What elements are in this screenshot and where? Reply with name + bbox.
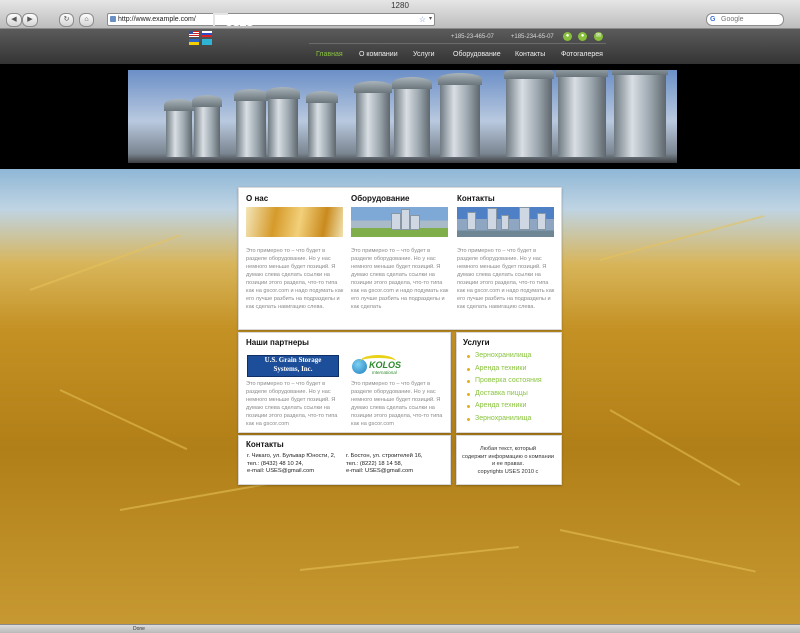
flag-us-icon[interactable]	[189, 31, 199, 37]
copyright-line-1: Любая текст, который	[480, 446, 536, 452]
back-arrow-icon[interactable]: ◀	[6, 13, 22, 27]
services-title: Услуги	[463, 338, 490, 347]
nav-item-about[interactable]: О компании	[359, 51, 398, 58]
wheat-thumbnail-image	[246, 207, 343, 237]
copyright-line-3: и ее правах.	[491, 461, 525, 467]
social-icon-2[interactable]: ●	[578, 32, 587, 41]
nav-divider	[309, 43, 606, 44]
contact-block-2: г. Бостон, ул. строителей 16, тел.: (822…	[346, 453, 423, 476]
search-input[interactable]: G Google	[706, 13, 784, 26]
window-title: 1280	[391, 1, 409, 10]
flag-ua-icon[interactable]	[189, 39, 199, 45]
column-title-equipment: Оборудование	[351, 194, 410, 203]
flag-kz-icon[interactable]	[202, 39, 212, 45]
bookmark-star-icon[interactable]: ☆	[419, 14, 426, 25]
banner-silos-image	[128, 70, 677, 163]
url-text: http://www.example.com/	[118, 16, 196, 23]
nav-item-services[interactable]: Услуги	[413, 51, 435, 58]
reload-icon[interactable]: ↻	[59, 13, 74, 27]
city-thumbnail-image	[351, 207, 448, 237]
partner-logo-kolos-line2: International	[372, 370, 397, 375]
contact-2-email[interactable]: e-mail: USES@gmail.com	[346, 468, 423, 476]
home-icon[interactable]: ⌂	[79, 13, 94, 27]
partners-title: Наши партнеры	[246, 338, 310, 347]
site-header	[0, 29, 800, 64]
partner-text-2: Это примерно то – что будет в разделе об…	[351, 381, 443, 427]
column-text-equipment: Это примерно то – что будет в разделе об…	[351, 248, 449, 310]
column-title-contacts: Контакты	[457, 194, 495, 203]
nav-item-contacts[interactable]: Контакты	[515, 51, 545, 58]
contact-1-email[interactable]: e-mail: USES@gmail.com	[247, 468, 335, 476]
partner-logo-kolos[interactable]: KOLOS International	[352, 355, 412, 377]
nav-item-gallery[interactable]: Фотогалерея	[561, 51, 603, 58]
favicon-icon	[110, 16, 116, 22]
partner-text-1: Это примерно то – что будет в разделе об…	[246, 381, 338, 427]
partner-logo-kolos-line1: KOLOS	[369, 360, 402, 370]
service-link-1[interactable]: Зернохранилища	[467, 352, 542, 365]
search-placeholder: Google	[721, 16, 744, 23]
copyright-text: Любая текст, который содержит информацию…	[458, 446, 558, 476]
social-icon-1[interactable]: ●	[563, 32, 572, 41]
logo-text: USES	[225, 17, 253, 29]
copyright-line-2: содержит информацию о компании	[462, 453, 554, 460]
service-link-2[interactable]: Аренда техники	[467, 365, 542, 378]
service-link-3[interactable]: Проверка состояния	[467, 377, 542, 390]
flag-ru-icon[interactable]	[202, 31, 212, 37]
column-text-contacts: Это примерно то – что будет в разделе об…	[457, 248, 555, 310]
contact-1-address: г. Чикаго, ул. Бульвар Юности, 2,	[247, 453, 336, 459]
service-link-6[interactable]: Зернохранилища	[467, 415, 542, 428]
phone-1: +185-23-465-07	[451, 34, 494, 40]
site-logo[interactable]: USES	[213, 13, 255, 32]
column-title-about: О нас	[246, 194, 269, 203]
browser-toolbar: 1280 ◀ ▶ ↻ ⌂ http://www.example.com/ ☆ ▾…	[0, 0, 800, 29]
partner-logo-usgss-line2: Systems, Inc.	[273, 365, 313, 373]
skyline-thumbnail-image	[457, 207, 554, 237]
nav-item-home[interactable]: Главная	[316, 51, 343, 58]
phone-2: +185-234-65-07	[510, 34, 554, 40]
service-link-5[interactable]: Аренда техники	[467, 402, 542, 415]
chevron-down-icon[interactable]: ▾	[429, 14, 432, 25]
contact-2-address: г. Бостон, ул. строителей 16,	[346, 453, 423, 459]
contact-2-phone: тел.: (8222) 18 14 58,	[346, 460, 403, 467]
partner-logo-usgss[interactable]: U.S. Grain Storage Systems, Inc.	[247, 355, 339, 377]
contact-block-1: г. Чикаго, ул. Бульвар Юности, 2, тел.: …	[247, 453, 335, 476]
nav-item-equipment[interactable]: Оборудование	[453, 51, 501, 58]
google-icon: G	[710, 16, 716, 23]
column-text-about: Это примерно то – что будет в разделе об…	[246, 248, 344, 310]
mail-icon[interactable]: ✉	[594, 32, 603, 41]
services-list: Зернохранилища Аренда техники Проверка с…	[467, 352, 542, 427]
contact-1-phone: тел.: (8432) 48 10 24,	[247, 460, 304, 467]
address-bar[interactable]: http://www.example.com/ ☆ ▾	[107, 13, 435, 26]
partner-logo-usgss-line1: U.S. Grain Storage	[264, 356, 322, 364]
copyright-line-4: copyrights USES 2010 c	[477, 468, 539, 475]
service-link-4[interactable]: Доставка пиццы	[467, 390, 542, 403]
phone-numbers: +185-23-465-07 +185-234-65-07	[451, 34, 571, 40]
contacts-title: Контакты	[246, 440, 284, 449]
forward-arrow-icon[interactable]: ▶	[22, 13, 38, 27]
